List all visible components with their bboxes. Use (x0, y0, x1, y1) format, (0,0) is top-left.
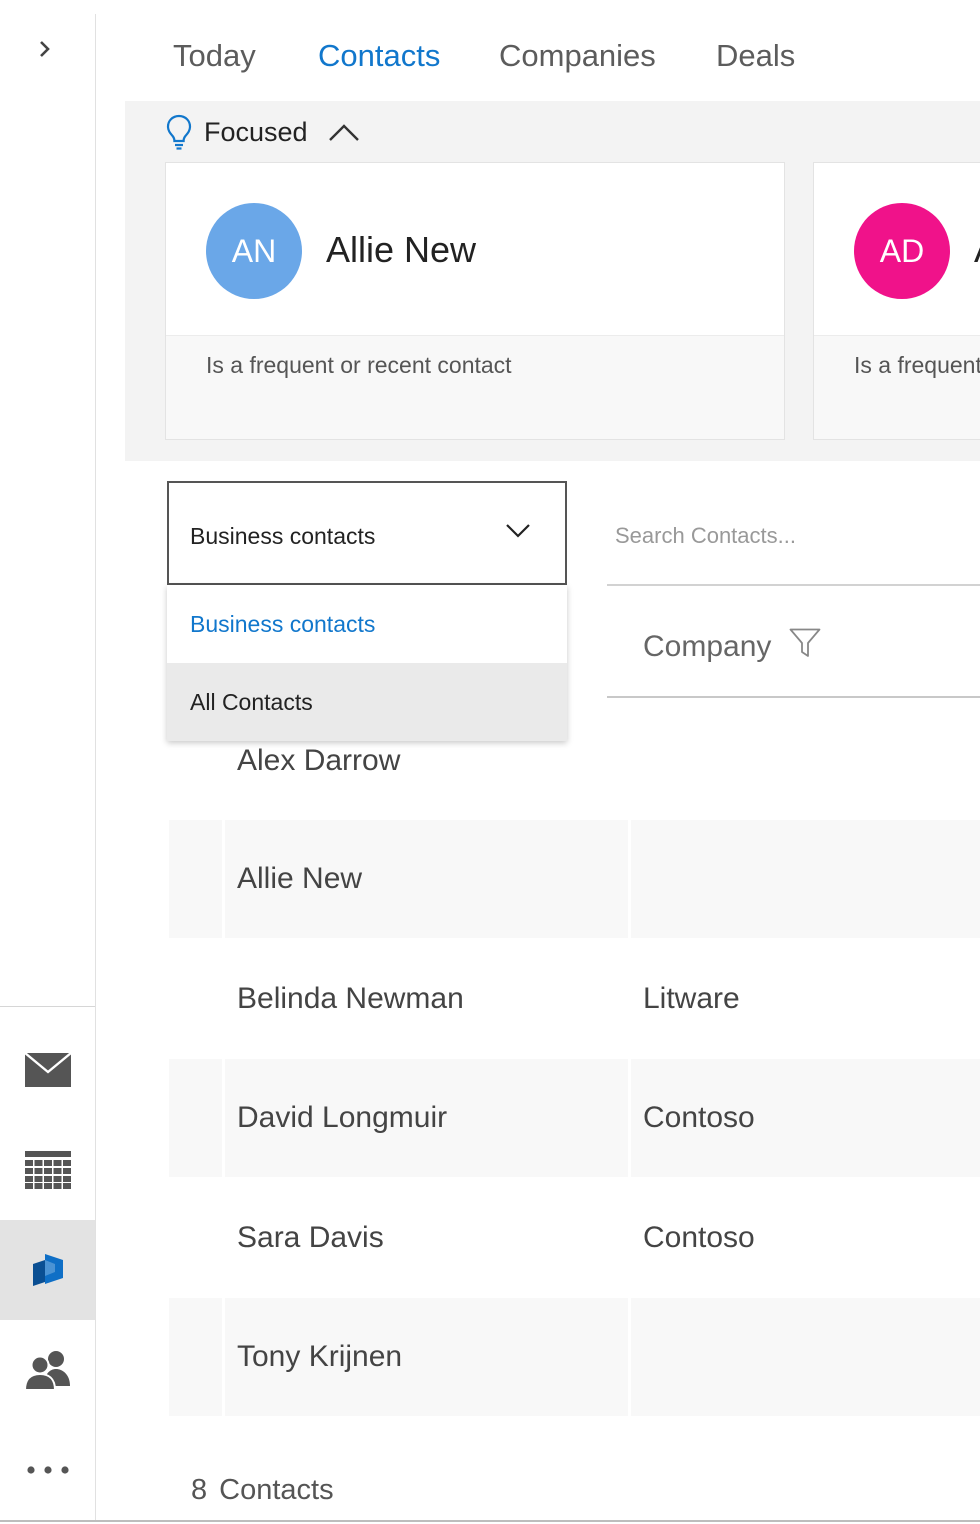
chevron-up-icon[interactable] (328, 122, 360, 142)
calendar-icon (24, 1151, 71, 1189)
more-button[interactable] (0, 1420, 95, 1520)
business-contacts-app-button[interactable] (0, 1220, 95, 1320)
row-checkbox[interactable] (169, 820, 222, 938)
company-column-label: Company (643, 630, 772, 663)
bottom-divider (0, 1520, 980, 1522)
rail-border (95, 14, 96, 1520)
table-row[interactable]: Belinda Newman Litware (169, 940, 980, 1058)
focused-header[interactable]: Focused (166, 112, 360, 152)
lightbulb-icon (166, 114, 192, 150)
focused-label: Focused (204, 116, 308, 147)
name-cell: Belinda Newman (225, 940, 628, 1058)
avatar: AD (854, 203, 950, 299)
row-checkbox[interactable] (169, 940, 222, 1058)
menu-item-business-contacts[interactable]: Business contacts (167, 585, 567, 663)
dropdown-menu: Business contacts All Contacts (167, 585, 567, 741)
expand-rail-button[interactable] (22, 26, 68, 72)
table-row[interactable]: Sara Davis Contoso (169, 1179, 980, 1297)
table-row[interactable]: Tony Krijnen (169, 1298, 980, 1416)
search-box (607, 500, 980, 586)
contact-company: Contoso (643, 1101, 755, 1134)
table-row[interactable]: David Longmuir Contoso (169, 1059, 980, 1177)
chevron-right-icon (40, 41, 50, 57)
contact-name: David Longmuir (237, 1101, 448, 1134)
filter-icon[interactable] (789, 628, 821, 658)
card-footer: Is a frequent (814, 335, 980, 439)
name-cell: David Longmuir (225, 1059, 628, 1177)
cube-icon (32, 1254, 63, 1286)
table-row[interactable]: Allie New (169, 820, 980, 938)
mail-icon (24, 1053, 71, 1087)
rail-divider (0, 1006, 95, 1007)
name-cell: Sara Davis (225, 1179, 628, 1297)
calendar-button[interactable] (0, 1120, 95, 1220)
menu-item-all-contacts[interactable]: All Contacts (167, 663, 567, 741)
count-number: 8 (191, 1474, 208, 1506)
row-checkbox[interactable] (169, 1179, 222, 1297)
row-checkbox[interactable] (169, 1298, 222, 1416)
company-cell: Contoso (631, 1179, 980, 1297)
contact-filter-dropdown[interactable]: Business contacts (167, 481, 567, 585)
contact-name: Allie New (237, 862, 363, 895)
chevron-down-icon (506, 524, 530, 538)
contact-name: Alex Darrow (237, 744, 401, 777)
search-input[interactable] (613, 520, 977, 552)
people-icon (23, 1351, 70, 1390)
tab-deals[interactable]: Deals (716, 38, 795, 74)
mail-button[interactable] (0, 1020, 95, 1120)
more-dots-icon (26, 1466, 69, 1474)
contacts-count: 8 Contacts (191, 1474, 346, 1507)
tab-companies[interactable]: Companies (499, 38, 656, 74)
company-cell (631, 820, 980, 938)
row-checkbox[interactable] (169, 1059, 222, 1177)
tab-contacts[interactable]: Contacts (318, 38, 440, 74)
company-cell (631, 1298, 980, 1416)
card-header: AN Allie New (166, 163, 784, 335)
card-reason: Is a frequent (854, 352, 980, 378)
company-cell: Contoso (631, 1059, 980, 1177)
card-contact-name: Allie New (326, 229, 477, 270)
name-cell: Tony Krijnen (225, 1298, 628, 1416)
contact-name: Tony Krijnen (237, 1340, 403, 1373)
company-cell: Litware (631, 940, 980, 1058)
company-column-header[interactable]: Company (607, 600, 980, 698)
card-header: AD A (814, 163, 980, 335)
contact-name: Belinda Newman (237, 982, 464, 1015)
card-footer: Is a frequent or recent contact (166, 335, 784, 439)
card-contact-name: A (974, 229, 980, 271)
card-reason: Is a frequent or recent contact (206, 352, 512, 378)
focused-card[interactable]: AN Allie New Is a frequent or recent con… (165, 162, 785, 440)
people-button[interactable] (0, 1320, 95, 1420)
left-rail (0, 0, 95, 1524)
name-cell: Allie New (225, 820, 628, 938)
count-label: Contacts (219, 1474, 334, 1506)
contact-name: Sara Davis (237, 1221, 384, 1254)
company-cell (631, 700, 980, 818)
focused-card[interactable]: AD A Is a frequent (813, 162, 980, 440)
contact-company: Litware (643, 982, 740, 1015)
dropdown-selected-value: Business contacts (190, 523, 376, 549)
tab-today[interactable]: Today (173, 38, 256, 74)
contact-company: Contoso (643, 1221, 755, 1254)
avatar: AN (206, 203, 302, 299)
